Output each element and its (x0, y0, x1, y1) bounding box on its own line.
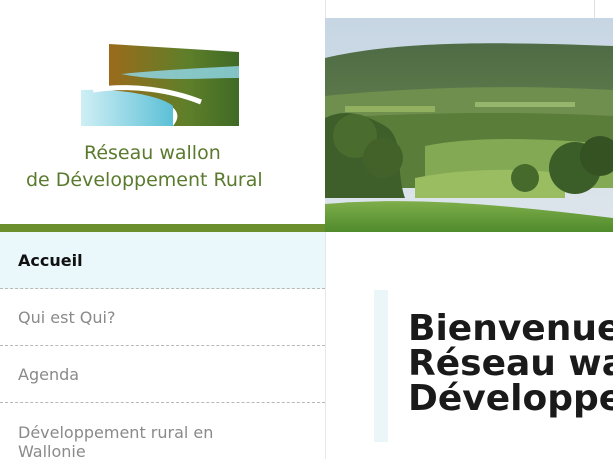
sidebar-nav: Accueil Qui est Qui? Agenda Développemen… (0, 232, 325, 459)
header-top-strip (325, 0, 613, 18)
welcome-line: Réseau wa (408, 343, 613, 384)
nav-item-label: Accueil (18, 251, 83, 270)
nav-item-label: Agenda (18, 365, 80, 384)
nav-item-label: Qui est Qui? (18, 308, 116, 327)
hero-landscape-image (325, 18, 613, 232)
header-green-bar (0, 224, 325, 232)
rwdr-logo-icon[interactable] (81, 44, 239, 126)
nav-item-developpement-rural[interactable]: Développement rural en Wallonie (0, 403, 325, 459)
welcome-line: Développe (408, 378, 613, 419)
brand-name-line1: Réseau wallon (84, 142, 221, 164)
landscape-photo-icon (325, 18, 613, 232)
nav-item-label: Développement rural en Wallonie (18, 423, 214, 459)
divider (594, 0, 595, 18)
nav-item-accueil[interactable]: Accueil (0, 232, 325, 289)
logo-panel: Réseau wallon de Développement Rural (0, 0, 325, 224)
welcome-line: Bienvenue (408, 308, 613, 349)
nav-item-qui-est-qui[interactable]: Qui est Qui? (0, 289, 325, 346)
welcome-heading: Bienvenue Réseau wa Développe (408, 308, 613, 419)
quote-accent-bar (374, 290, 388, 442)
brand-name-line2: de Développement Rural (26, 169, 263, 191)
nav-item-agenda[interactable]: Agenda (0, 346, 325, 403)
